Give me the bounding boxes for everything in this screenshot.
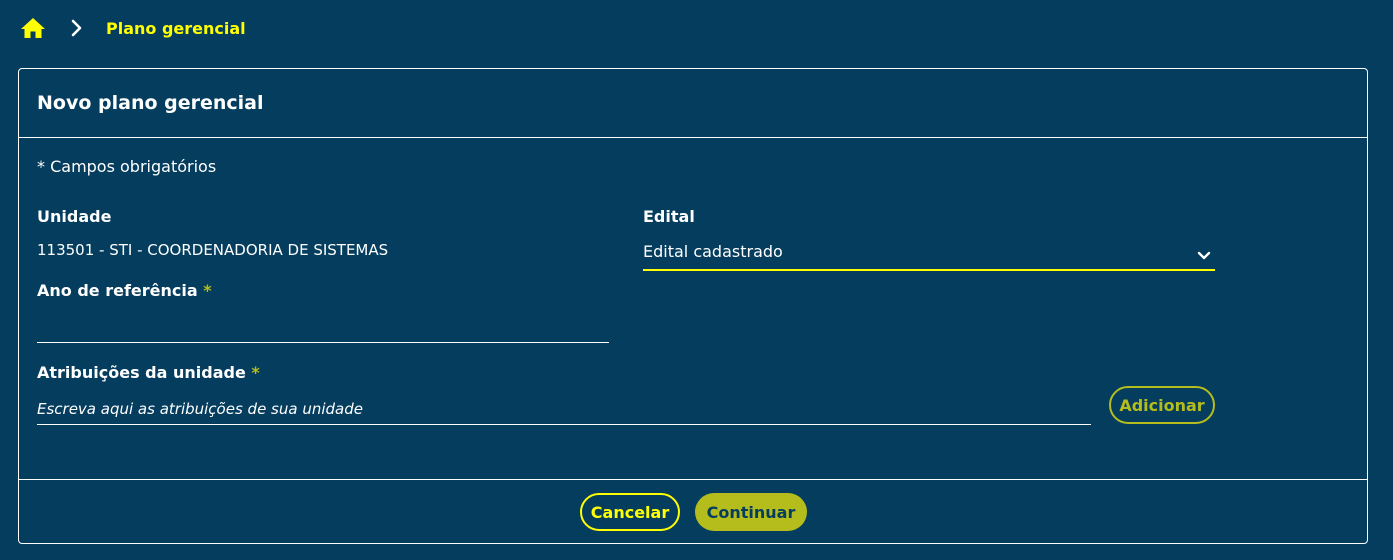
edital-selected-value: Edital cadastrado bbox=[643, 241, 783, 261]
continue-button[interactable]: Continuar bbox=[695, 493, 807, 531]
required-fields-note: * Campos obrigatórios bbox=[37, 157, 217, 176]
card-header: Novo plano gerencial bbox=[19, 69, 1367, 138]
chevron-right-icon bbox=[70, 19, 84, 37]
ano-label-text: Ano de referência bbox=[37, 281, 198, 300]
atribuicoes-label-text: Atribuições da unidade bbox=[37, 363, 246, 382]
page-title: Novo plano gerencial bbox=[37, 92, 264, 114]
atribuicoes-label: Atribuições da unidade * bbox=[37, 363, 260, 382]
unidade-value: 113501 - STI - COORDENADORIA DE SISTEMAS bbox=[37, 241, 389, 259]
required-asterisk: * bbox=[251, 363, 260, 382]
atribuicoes-input[interactable] bbox=[37, 393, 1091, 425]
add-button[interactable]: Adicionar bbox=[1109, 386, 1215, 424]
cancel-button[interactable]: Cancelar bbox=[580, 493, 680, 531]
edital-label: Edital bbox=[643, 207, 695, 226]
chevron-down-icon bbox=[1197, 246, 1211, 260]
breadcrumb: Plano gerencial bbox=[20, 14, 246, 42]
form-card: Novo plano gerencial * Campos obrigatóri… bbox=[18, 68, 1368, 544]
required-asterisk: * bbox=[203, 281, 212, 300]
ano-input[interactable] bbox=[37, 311, 609, 343]
edital-select[interactable]: Edital cadastrado bbox=[643, 233, 1215, 271]
unidade-label: Unidade bbox=[37, 207, 112, 226]
ano-label: Ano de referência * bbox=[37, 281, 212, 300]
card-footer: Cancelar Continuar bbox=[19, 479, 1367, 544]
breadcrumb-current: Plano gerencial bbox=[106, 18, 246, 38]
home-icon[interactable] bbox=[20, 16, 46, 40]
